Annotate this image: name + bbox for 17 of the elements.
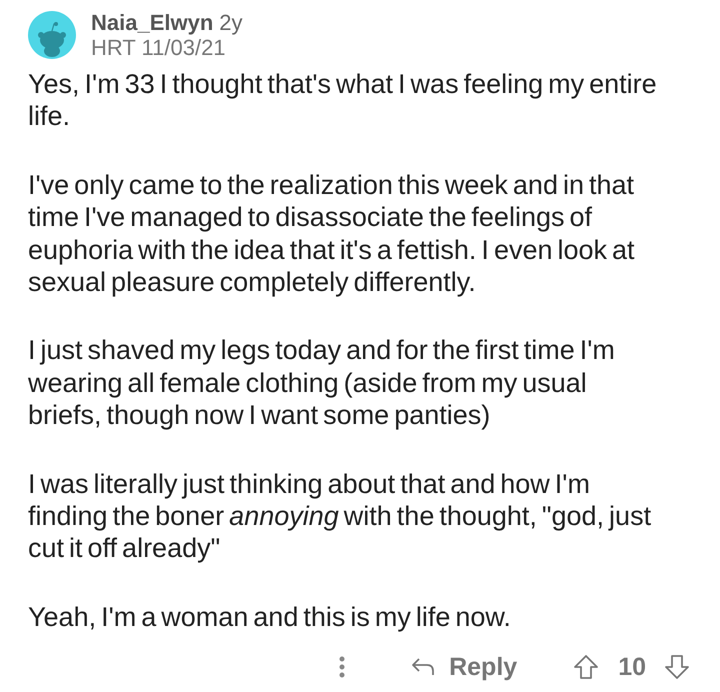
upvote-arrow-icon [573, 654, 600, 680]
downvote-arrow-icon [664, 654, 690, 680]
avatar-icon [28, 11, 76, 59]
reply-arrow-icon [411, 657, 436, 678]
more-options-icon[interactable] [339, 656, 346, 678]
comment-paragraph: I've only came to the realization this week and in that time I've managed to disassociate the feelings of euphoria with the idea that it's a fettish. I even look at sexual pleasure completely differently. [28, 168, 636, 298]
post-age: 2y [219, 10, 243, 34]
downvote-button[interactable] [664, 654, 690, 680]
author-name[interactable]: Naia_Elwyn [91, 10, 214, 34]
comment-paragraph: I just shaved my legs today and for the first time I'm wearing all female clothing (aside from my usual briefs, though now I want some panties) [28, 334, 616, 432]
comment-paragraph: I was literally just thinking about that and how I'm finding the boner annoying with the thought, "god, just cut it off already" [28, 468, 652, 565]
comment-paragraph: Yes, I'm 33 I thought that's what I was feeling my entire life. [28, 68, 658, 133]
user-flair: HRT 11/03/21 [91, 36, 226, 60]
reply-button[interactable]: Reply [411, 652, 518, 682]
comment-paragraph: Yeah, I'm a woman and this is my life now. [28, 600, 512, 634]
upvote-button[interactable] [573, 654, 600, 680]
vote-score: 10 [618, 652, 646, 682]
